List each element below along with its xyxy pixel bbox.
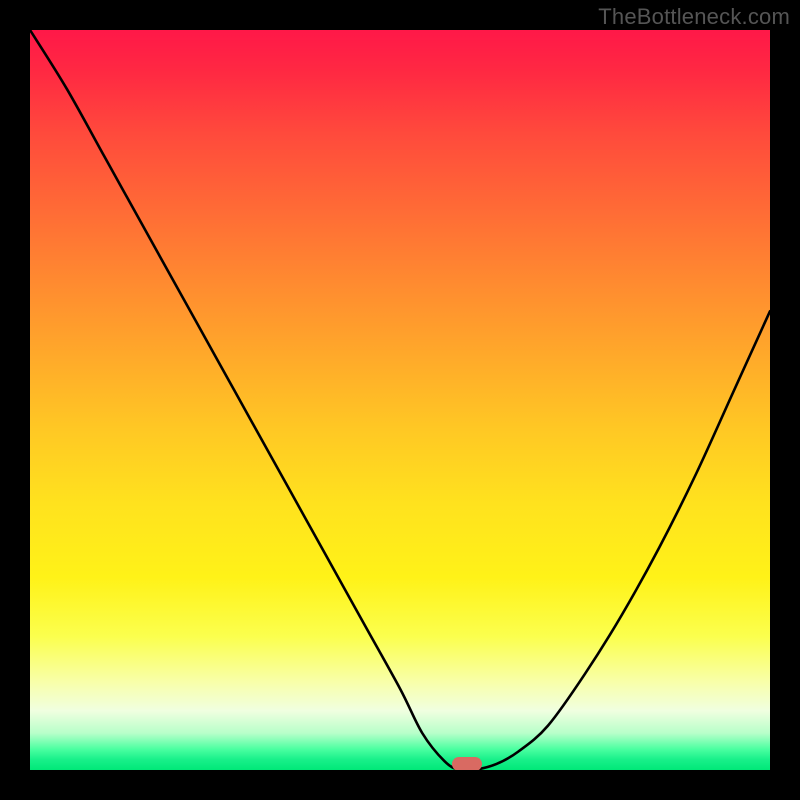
bottleneck-curve <box>30 30 770 770</box>
curve-path <box>30 30 770 770</box>
chart-stage: TheBottleneck.com <box>0 0 800 800</box>
watermark-text: TheBottleneck.com <box>598 4 790 30</box>
optimal-point-marker <box>452 757 482 770</box>
plot-area <box>30 30 770 770</box>
